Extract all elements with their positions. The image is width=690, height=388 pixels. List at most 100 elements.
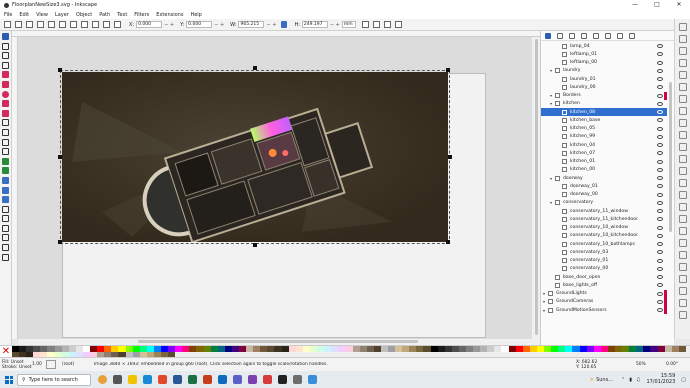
object-row[interactable]: laundry_01	[541, 75, 667, 83]
onenote-icon[interactable]	[248, 375, 257, 384]
color-swatch[interactable]	[423, 346, 431, 352]
word-icon[interactable]	[173, 375, 182, 384]
color-swatch[interactable]	[345, 346, 353, 352]
object-row[interactable]: conservatory_10_window	[541, 224, 667, 232]
color-swatch[interactable]	[593, 346, 601, 352]
object-row[interactable]: lamp_04	[541, 42, 667, 50]
color-swatch[interactable]	[572, 346, 580, 352]
object-row[interactable]: kitchen_base	[541, 116, 667, 124]
eraser-tool-icon[interactable]	[2, 167, 9, 175]
unit-select[interactable]: mm	[341, 21, 356, 28]
color-swatch[interactable]	[451, 346, 459, 352]
color-swatch[interactable]	[551, 346, 559, 352]
visibility-eye-icon[interactable]	[657, 250, 663, 255]
spray-tool-icon[interactable]	[2, 157, 9, 165]
color-swatch[interactable]	[508, 346, 516, 352]
flip-vertical-icon[interactable]	[70, 21, 77, 28]
visibility-eye-icon[interactable]	[657, 68, 663, 73]
color-swatch[interactable]	[487, 346, 495, 352]
color-swatch[interactable]	[529, 346, 537, 352]
color-swatch[interactable]	[636, 346, 644, 352]
color-swatch[interactable]	[416, 346, 424, 352]
menu-path[interactable]: Path	[99, 12, 110, 18]
object-row[interactable]: kitchen_08	[541, 108, 667, 117]
color-swatch[interactable]	[402, 346, 410, 352]
color-swatch[interactable]	[246, 346, 254, 352]
open-document-icon[interactable]	[678, 35, 687, 43]
calligraphy-tool-icon[interactable]	[2, 138, 9, 146]
app-icon-2[interactable]	[308, 375, 317, 384]
color-swatch[interactable]	[607, 346, 615, 352]
visibility-eye-icon[interactable]	[657, 159, 663, 164]
color-swatch[interactable]	[657, 346, 665, 352]
layer-row[interactable]: ▾ conservatory	[541, 199, 667, 207]
shape-builder-tool-icon[interactable]	[2, 253, 9, 261]
visibility-eye-icon[interactable]	[657, 184, 663, 189]
excel-icon[interactable]	[188, 375, 197, 384]
lpe-tool-icon[interactable]	[2, 244, 9, 252]
color-swatch[interactable]	[622, 346, 630, 352]
group-icon[interactable]	[678, 227, 687, 235]
color-swatch[interactable]	[558, 346, 566, 352]
text-tool-icon[interactable]	[2, 148, 9, 156]
object-row[interactable]: kitchen_01	[541, 158, 667, 166]
clock[interactable]: 15:59 17/01/2023	[646, 373, 675, 385]
color-swatch[interactable]	[614, 346, 623, 352]
rotate-ccw-icon[interactable]	[37, 21, 44, 28]
visibility-eye-icon[interactable]	[657, 176, 663, 180]
no-paint-swatch[interactable]: ✕	[0, 346, 12, 357]
scale-handle-sw[interactable]	[58, 240, 62, 244]
selector-tool-icon[interactable]	[2, 33, 9, 40]
color-swatch[interactable]	[317, 346, 325, 352]
rotate-cw-icon[interactable]	[48, 21, 55, 28]
color-swatch[interactable]	[189, 346, 197, 352]
color-swatch[interactable]	[458, 346, 466, 352]
color-swatch[interactable]	[671, 346, 679, 352]
unlink-clone-icon[interactable]	[678, 215, 687, 223]
powerpoint-icon[interactable]	[203, 375, 212, 384]
rectangle-tool-icon[interactable]	[2, 71, 9, 79]
object-row[interactable]: conservatory_10_bothlamps	[541, 240, 667, 248]
visibility-eye-icon[interactable]	[657, 283, 663, 288]
visibility-eye-icon[interactable]	[657, 101, 663, 106]
color-swatch[interactable]	[224, 346, 232, 352]
color-swatch[interactable]	[565, 346, 573, 352]
paint-bucket-tool-icon[interactable]	[2, 176, 9, 184]
visibility-eye-icon[interactable]	[657, 217, 663, 222]
panel-scrollbar[interactable]	[666, 42, 674, 342]
scale-stroke-icon[interactable]	[361, 21, 369, 28]
color-swatch[interactable]	[430, 346, 438, 352]
object-row[interactable]: kitchen_05	[541, 125, 667, 133]
current-layer[interactable]: (root)	[62, 362, 90, 367]
color-swatch[interactable]	[288, 346, 296, 352]
inkscape-taskbar-icon[interactable]	[278, 375, 287, 384]
search-icon[interactable]	[629, 32, 635, 39]
color-swatch[interactable]	[217, 346, 225, 352]
notification-icon[interactable]: ▢	[681, 377, 686, 383]
menu-layer[interactable]: Layer	[55, 12, 69, 18]
color-swatch[interactable]	[267, 346, 275, 352]
x-stepper[interactable]: − +	[164, 22, 174, 28]
transform-patterns-icon[interactable]	[394, 21, 402, 28]
lower-icon[interactable]	[103, 21, 110, 28]
color-swatch[interactable]	[409, 346, 417, 352]
color-swatch[interactable]	[331, 346, 339, 352]
color-swatch[interactable]	[231, 346, 239, 352]
layer-row[interactable]: ▾ Borders	[541, 91, 667, 100]
color-swatch[interactable]	[274, 346, 282, 352]
color-swatch[interactable]	[387, 346, 396, 352]
xml-editor-icon[interactable]	[678, 287, 687, 295]
node-tool-icon[interactable]	[2, 42, 9, 50]
object-row[interactable]: kitchen_04	[541, 141, 667, 149]
y-stepper[interactable]: − +	[214, 22, 224, 28]
flip-horizontal-icon[interactable]	[59, 21, 66, 28]
visibility-eye-icon[interactable]	[657, 85, 663, 90]
color-swatch[interactable]	[586, 346, 594, 352]
add-group-icon[interactable]	[581, 32, 587, 39]
layers-icon[interactable]	[678, 275, 687, 283]
object-row[interactable]: doorway_00	[541, 191, 667, 199]
raise-icon[interactable]	[92, 21, 99, 28]
color-swatch[interactable]	[380, 346, 388, 352]
object-row[interactable]: leftlamp_01	[541, 50, 667, 58]
layer-row[interactable]: ▾ laundry	[541, 67, 667, 75]
